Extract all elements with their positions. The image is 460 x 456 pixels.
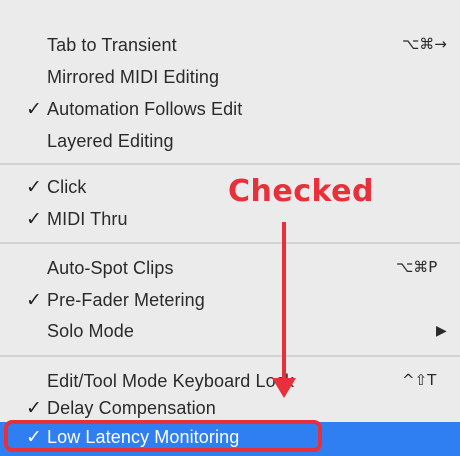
- menu-item-label: Pre-Fader Metering: [47, 290, 205, 310]
- menu-separator: [0, 242, 460, 244]
- menu-item-label: Auto-Spot Clips: [47, 258, 174, 278]
- checkmark-icon: ✓: [26, 176, 42, 198]
- menu-item-label: Tab to Transient: [47, 35, 177, 55]
- menu-item-label: Click: [47, 177, 87, 197]
- menu-item-label: Mirrored MIDI Editing: [47, 67, 220, 87]
- menu-item-pre-fader-metering[interactable]: ✓ Pre-Fader Metering: [0, 285, 460, 317]
- checkmark-icon: ✓: [26, 98, 42, 120]
- menu-item-layered-editing[interactable]: Layered Editing: [0, 126, 460, 158]
- menu-item-label: Edit/Tool Mode Keyboard Lock: [47, 371, 294, 391]
- dropdown-menu: Tab to Transient ⌥⌘→ Mirrored MIDI Editi…: [0, 0, 460, 456]
- checkmark-icon: ✓: [26, 397, 42, 419]
- menu-separator: [0, 355, 460, 357]
- annotation-highlight-box: [4, 420, 322, 452]
- annotation-label: Checked: [228, 174, 374, 209]
- menu-item-label: Automation Follows Edit: [47, 99, 243, 119]
- menu-item-mirrored-midi-editing[interactable]: Mirrored MIDI Editing: [0, 62, 460, 94]
- menu-item-label: Solo Mode: [47, 321, 134, 341]
- menu-item-label: Layered Editing: [47, 131, 174, 151]
- menu-item-shortcut: ⌥⌘P: [396, 258, 438, 276]
- menu-separator: [0, 163, 460, 165]
- submenu-arrow-icon: ▶: [436, 323, 447, 339]
- menu-item-shortcut: ^⇧T: [402, 371, 437, 389]
- menu-item-label: MIDI Thru: [47, 209, 128, 229]
- menu-item-tab-to-transient[interactable]: Tab to Transient ⌥⌘→: [0, 30, 460, 62]
- menu-item-label: Delay Compensation: [47, 398, 216, 418]
- menu-item-shortcut: ⌥⌘→: [402, 35, 447, 53]
- checkmark-icon: ✓: [26, 208, 42, 230]
- menu-item-auto-spot-clips[interactable]: Auto-Spot Clips ⌥⌘P: [0, 253, 460, 285]
- menu-item-automation-follows-edit[interactable]: ✓ Automation Follows Edit: [0, 94, 460, 126]
- menu-item-solo-mode[interactable]: Solo Mode ▶: [0, 316, 460, 348]
- checkmark-icon: ✓: [26, 289, 42, 311]
